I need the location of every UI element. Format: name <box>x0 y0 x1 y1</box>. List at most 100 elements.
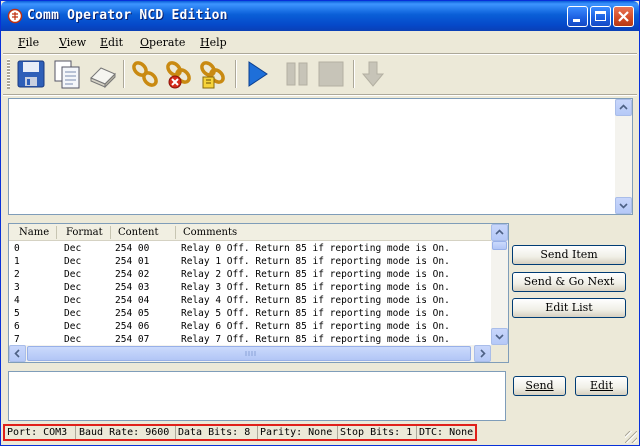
cell-content: 254 06 <box>115 321 150 332</box>
menu-view[interactable]: View <box>59 36 86 49</box>
chevron-up-icon <box>495 229 504 235</box>
connect-settings-icon[interactable] <box>197 58 229 90</box>
list-item[interactable]: 3 Dec 254 03 Relay 3 Off. Return 85 if r… <box>9 282 491 295</box>
column-divider[interactable] <box>175 226 176 239</box>
scroll-thumb[interactable] <box>27 346 471 361</box>
toolbar-grip[interactable] <box>7 59 10 89</box>
toolbar-separator <box>353 60 355 88</box>
app-icon <box>7 8 23 24</box>
list-item[interactable]: 6 Dec 254 06 Relay 6 Off. Return 85 if r… <box>9 321 491 334</box>
cell-content: 254 07 <box>115 334 150 345</box>
list-item[interactable]: 5 Dec 254 05 Relay 5 Off. Return 85 if r… <box>9 308 491 321</box>
title-bar[interactable]: Comm Operator NCD Edition <box>1 1 639 31</box>
menu-bar: File View Edit Operate Help <box>1 31 639 53</box>
disconnect-icon[interactable] <box>163 58 195 90</box>
status-baud-rate: Baud Rate: 9600 <box>79 427 170 438</box>
list-item[interactable]: 2 Dec 254 02 Relay 2 Off. Return 85 if r… <box>9 269 491 282</box>
receive-textarea[interactable] <box>8 98 633 215</box>
play-icon[interactable] <box>241 58 273 90</box>
toolbar-separator <box>235 60 237 88</box>
cell-content: 254 00 <box>115 243 150 254</box>
receive-scrollbar[interactable] <box>615 99 632 214</box>
command-list[interactable]: Name Format Content Comments 0 Dec 254 0… <box>8 223 509 363</box>
cell-name: 7 <box>14 334 20 345</box>
pause-icon[interactable] <box>281 58 313 90</box>
menu-help[interactable]: Help <box>200 36 227 49</box>
cell-name: 1 <box>14 256 20 267</box>
cell-comment: Relay 4 Off. Return 85 if reporting mode… <box>181 295 450 306</box>
send-go-next-button[interactable]: Send & Go Next <box>512 272 626 292</box>
status-data-bits: Data Bits: 8 <box>178 427 251 438</box>
column-header-comments[interactable]: Comments <box>183 227 237 238</box>
status-parity: Parity: None <box>260 427 333 438</box>
status-divider <box>175 426 176 439</box>
scroll-down-button[interactable] <box>491 328 508 345</box>
column-divider[interactable] <box>110 226 111 239</box>
column-header-format[interactable]: Format <box>66 227 103 238</box>
cell-format: Dec <box>64 269 82 280</box>
cell-content: 254 02 <box>115 269 150 280</box>
status-dtc: DTC: None <box>419 427 474 438</box>
edit-list-button[interactable]: Edit List <box>512 298 626 318</box>
maximize-button[interactable] <box>590 6 611 27</box>
column-header-content[interactable]: Content <box>118 227 159 238</box>
cell-format: Dec <box>64 295 82 306</box>
cell-comment: Relay 3 Off. Return 85 if reporting mode… <box>181 282 450 293</box>
cell-format: Dec <box>64 334 82 345</box>
chevron-right-icon <box>480 349 486 358</box>
cell-format: Dec <box>64 308 82 319</box>
scroll-up-button[interactable] <box>615 99 632 116</box>
scroll-down-button[interactable] <box>615 197 632 214</box>
cell-name: 5 <box>14 308 20 319</box>
status-bar: Port: COM3 Baud Rate: 9600 Data Bits: 8 … <box>3 424 477 441</box>
save-icon[interactable] <box>15 58 47 90</box>
status-stop-bits: Stop Bits: 1 <box>340 427 413 438</box>
stop-icon[interactable] <box>315 58 347 90</box>
connect-icon[interactable] <box>129 58 161 90</box>
cell-comment: Relay 2 Off. Return 85 if reporting mode… <box>181 269 450 280</box>
menu-file[interactable]: File <box>18 36 39 49</box>
status-divider <box>416 426 417 439</box>
cell-comment: Relay 7 Off. Return 85 if reporting mode… <box>181 334 450 345</box>
send-button[interactable]: Send <box>513 376 566 396</box>
minimize-button[interactable] <box>567 6 588 27</box>
column-divider[interactable] <box>56 226 57 239</box>
eraser-icon[interactable] <box>87 58 119 90</box>
scroll-corner <box>491 345 508 362</box>
list-header: Name Format Content Comments <box>9 224 491 241</box>
scroll-thumb[interactable] <box>492 241 507 250</box>
list-item[interactable]: 1 Dec 254 01 Relay 1 Off. Return 85 if r… <box>9 256 491 269</box>
toolbar <box>1 55 639 93</box>
list-vertical-scrollbar[interactable] <box>491 224 508 345</box>
scroll-left-button[interactable] <box>9 345 26 362</box>
scroll-right-button[interactable] <box>474 345 491 362</box>
cell-comment: Relay 5 Off. Return 85 if reporting mode… <box>181 308 450 319</box>
list-item[interactable]: 0 Dec 254 00 Relay 0 Off. Return 85 if r… <box>9 243 491 256</box>
menu-operate[interactable]: Operate <box>140 36 185 49</box>
status-divider <box>75 426 76 439</box>
chevron-down-icon <box>619 203 628 209</box>
menu-edit[interactable]: Edit <box>100 36 123 49</box>
close-button[interactable] <box>613 6 634 27</box>
edit-button[interactable]: Edit <box>575 376 628 396</box>
cell-content: 254 03 <box>115 282 150 293</box>
list-horizontal-scrollbar[interactable] <box>9 345 491 362</box>
toolbar-separator-line <box>3 94 637 96</box>
main-window: Comm Operator NCD Edition File View Edit… <box>0 0 640 446</box>
send-item-button[interactable]: Send Item <box>512 245 626 265</box>
cell-comment: Relay 0 Off. Return 85 if reporting mode… <box>181 243 450 254</box>
download-arrow-icon[interactable] <box>357 58 389 90</box>
cell-content: 254 05 <box>115 308 150 319</box>
list-item[interactable]: 4 Dec 254 04 Relay 4 Off. Return 85 if r… <box>9 295 491 308</box>
column-header-name[interactable]: Name <box>19 227 49 238</box>
toolbar-separator <box>123 60 125 88</box>
chevron-down-icon <box>495 334 504 340</box>
chevron-up-icon <box>619 104 628 110</box>
window-title: Comm Operator NCD Edition <box>27 8 228 23</box>
cell-comment: Relay 1 Off. Return 85 if reporting mode… <box>181 256 450 267</box>
scroll-up-button[interactable] <box>491 224 508 241</box>
send-textarea[interactable] <box>8 371 506 421</box>
cell-name: 3 <box>14 282 20 293</box>
copy-icon[interactable] <box>51 58 83 90</box>
resize-grip-icon[interactable] <box>625 431 637 443</box>
